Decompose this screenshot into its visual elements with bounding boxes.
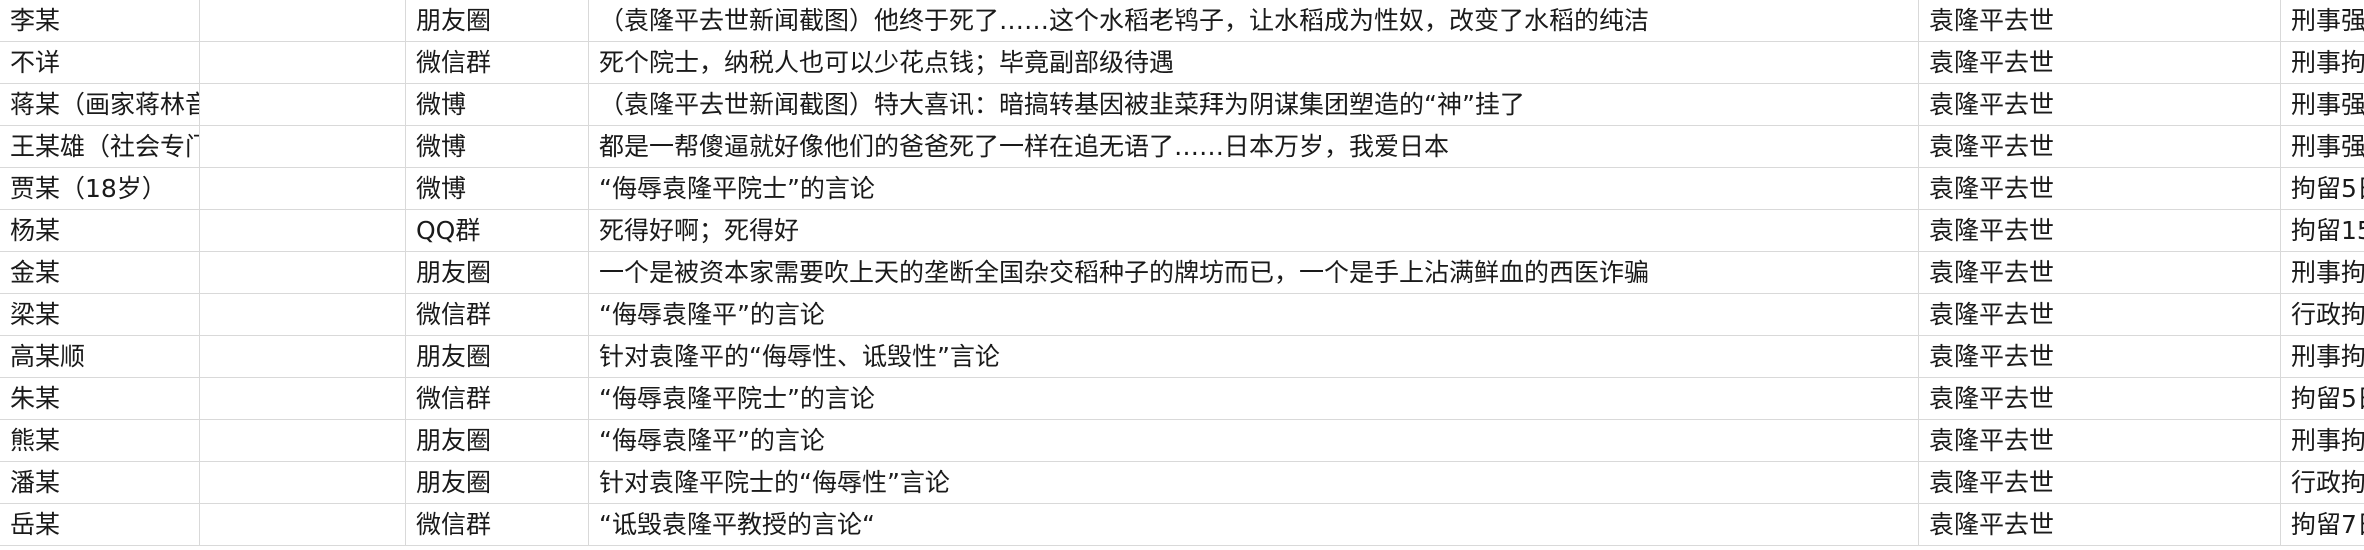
cell-penalty[interactable]: 刑事强制措施 — [2281, 0, 2364, 41]
cell-content[interactable]: “侮辱袁隆平”的言论 — [589, 294, 1919, 335]
cell-platform[interactable]: 微博 — [406, 168, 589, 209]
cell-name[interactable]: 贾某（18岁） — [0, 168, 200, 209]
cell-platform[interactable]: 微信群 — [406, 378, 589, 419]
cell-penalty[interactable]: 拘留7日 — [2281, 504, 2364, 545]
cell-content[interactable]: 一个是被资本家需要吹上天的垄断全国杂交稻种子的牌坊而已，一个是手上沾满鲜血的西医… — [589, 252, 1919, 293]
cell-name[interactable]: 熊某 — [0, 420, 200, 461]
cell-name[interactable]: 金某 — [0, 252, 200, 293]
cell-event[interactable]: 袁隆平去世 — [1919, 462, 2281, 503]
cell-empty[interactable] — [200, 504, 406, 545]
cell-name[interactable]: 朱某 — [0, 378, 200, 419]
cell-content[interactable]: 针对袁隆平的“侮辱性、诋毁性”言论 — [589, 336, 1919, 377]
cell-penalty[interactable]: 拘留5日 — [2281, 378, 2364, 419]
cell-penalty[interactable]: 拘留15日 — [2281, 210, 2364, 251]
cell-penalty[interactable]: 刑事拘留 — [2281, 336, 2364, 377]
cell-name[interactable]: 梁某 — [0, 294, 200, 335]
cell-name[interactable]: 蒋某（画家蒋林音） — [0, 84, 200, 125]
cell-name[interactable]: 王某雄（社会专门投诉微博） — [0, 126, 200, 167]
cell-event[interactable]: 袁隆平去世 — [1919, 168, 2281, 209]
cell-event[interactable]: 袁隆平去世 — [1919, 420, 2281, 461]
table-row: 梁某 微信群“侮辱袁隆平”的言论袁隆平去世行政拘留 — [0, 294, 2364, 336]
cell-platform[interactable]: 微信群 — [406, 504, 589, 545]
cell-platform[interactable]: 朋友圈 — [406, 462, 589, 503]
cell-platform[interactable]: 微博 — [406, 126, 589, 167]
cell-empty[interactable] — [200, 84, 406, 125]
cell-event[interactable]: 袁隆平去世 — [1919, 84, 2281, 125]
cell-empty[interactable] — [200, 378, 406, 419]
table-row: 金某 朋友圈 一个是被资本家需要吹上天的垄断全国杂交稻种子的牌坊而已，一个是手上沾满… — [0, 252, 2364, 294]
cell-platform[interactable]: 朋友圈 — [406, 420, 589, 461]
cell-platform[interactable]: QQ群 — [406, 210, 589, 251]
cell-event[interactable]: 袁隆平去世 — [1919, 504, 2281, 545]
cell-platform[interactable]: 朋友圈 — [406, 336, 589, 377]
cell-empty[interactable] — [200, 0, 406, 41]
cell-event[interactable]: 袁隆平去世 — [1919, 210, 2281, 251]
cell-content[interactable]: （袁隆平去世新闻截图）特大喜讯：暗搞转基因被韭菜拜为阴谋集团塑造的“神”挂了 — [589, 84, 1919, 125]
cell-penalty[interactable]: 刑事拘留 — [2281, 42, 2364, 83]
spreadsheet-table: 李某 朋友圈 （袁隆平去世新闻截图）他终于死了……这个水稻老鸨子，让水稻成为性奴，改… — [0, 0, 2364, 550]
cell-empty[interactable] — [200, 210, 406, 251]
cell-content[interactable]: （袁隆平去世新闻截图）他终于死了……这个水稻老鸨子，让水稻成为性奴，改变了水稻的… — [589, 0, 1919, 41]
cell-name[interactable]: 潘某 — [0, 462, 200, 503]
cell-platform[interactable]: 朋友圈 — [406, 252, 589, 293]
cell-platform[interactable]: 朋友圈 — [406, 0, 589, 41]
cell-empty[interactable] — [200, 252, 406, 293]
cell-name[interactable]: 杨某 — [0, 210, 200, 251]
cell-empty[interactable] — [200, 462, 406, 503]
table-row: 高某顺 朋友圈针对袁隆平的“侮辱性、诋毁性”言论袁隆平去世刑事拘留 — [0, 336, 2364, 378]
table-row: 杨某 QQ群死得好啊；死得好袁隆平去世拘留15日 — [0, 210, 2364, 252]
cell-platform[interactable]: 微信群 — [406, 42, 589, 83]
cell-empty[interactable] — [200, 294, 406, 335]
cell-content[interactable]: “侮辱袁隆平院士”的言论 — [589, 168, 1919, 209]
cell-content[interactable]: “侮辱袁隆平”的言论 — [589, 420, 1919, 461]
cell-penalty[interactable]: 刑事强制措施 — [2281, 126, 2364, 167]
cell-platform[interactable]: 微信群 — [406, 294, 589, 335]
cell-content[interactable]: 都是一帮傻逼就好像他们的爸爸死了一样在追无语了……日本万岁，我爱日本 — [589, 126, 1919, 167]
table-row: 熊某 朋友圈“侮辱袁隆平”的言论袁隆平去世刑事拘留 — [0, 420, 2364, 462]
cell-penalty[interactable]: 行政拘留 — [2281, 294, 2364, 335]
cell-name[interactable]: 不详 — [0, 42, 200, 83]
cell-event[interactable]: 袁隆平去世 — [1919, 42, 2281, 83]
cell-event[interactable]: 袁隆平去世 — [1919, 294, 2281, 335]
table-row: 不详 微信群死个院士，纳税人也可以少花点钱；毕竟副部级待遇袁隆平去世刑事拘留 — [0, 42, 2364, 84]
cell-event[interactable]: 袁隆平去世 — [1919, 0, 2281, 41]
cell-event[interactable]: 袁隆平去世 — [1919, 336, 2281, 377]
table-row: 潘某 朋友圈针对袁隆平院士的“侮辱性”言论袁隆平去世行政拘留 — [0, 462, 2364, 504]
cell-empty[interactable] — [200, 126, 406, 167]
cell-penalty[interactable]: 行政拘留 — [2281, 462, 2364, 503]
cell-content[interactable]: “侮辱袁隆平院士”的言论 — [589, 378, 1919, 419]
cell-name[interactable]: 高某顺 — [0, 336, 200, 377]
cell-empty[interactable] — [200, 420, 406, 461]
cell-empty[interactable] — [200, 168, 406, 209]
cell-event[interactable]: 袁隆平去世 — [1919, 252, 2281, 293]
cell-empty[interactable] — [200, 42, 406, 83]
cell-content[interactable]: 死个院士，纳税人也可以少花点钱；毕竟副部级待遇 — [589, 42, 1919, 83]
table-row: 王某雄（社会专门投诉微博） 微博都是一帮傻逼就好像他们的爸爸死了一样在追无语了……… — [0, 126, 2364, 168]
table-row: 贾某（18岁） 微博“侮辱袁隆平院士”的言论袁隆平去世拘留5日 — [0, 168, 2364, 210]
cell-content[interactable]: 针对袁隆平院士的“侮辱性”言论 — [589, 462, 1919, 503]
cell-event[interactable]: 袁隆平去世 — [1919, 378, 2281, 419]
cell-empty[interactable] — [200, 336, 406, 377]
cell-platform[interactable]: 微博 — [406, 84, 589, 125]
cell-event[interactable]: 袁隆平去世 — [1919, 126, 2281, 167]
cell-content[interactable]: “诋毁袁隆平教授的言论“ — [589, 504, 1919, 545]
cell-penalty[interactable]: 刑事强制措施 — [2281, 84, 2364, 125]
table-row: 朱某 微信群“侮辱袁隆平院士”的言论袁隆平去世拘留5日 — [0, 378, 2364, 420]
cell-content[interactable]: 死得好啊；死得好 — [589, 210, 1919, 251]
cell-name[interactable]: 李某 — [0, 0, 200, 41]
table-row: 蒋某（画家蒋林音） 微博（袁隆平去世新闻截图）特大喜讯：暗搞转基因被韭菜拜为阴谋集… — [0, 84, 2364, 126]
table-row: 岳某 微信群“诋毁袁隆平教授的言论“袁隆平去世拘留7日 — [0, 504, 2364, 546]
cell-penalty[interactable]: 刑事拘留 — [2281, 420, 2364, 461]
cell-penalty[interactable]: 刑事拘留 — [2281, 252, 2364, 293]
table-row: 李某 朋友圈 （袁隆平去世新闻截图）他终于死了……这个水稻老鸨子，让水稻成为性奴，改… — [0, 0, 2364, 42]
cell-name[interactable]: 岳某 — [0, 504, 200, 545]
cell-penalty[interactable]: 拘留5日 — [2281, 168, 2364, 209]
